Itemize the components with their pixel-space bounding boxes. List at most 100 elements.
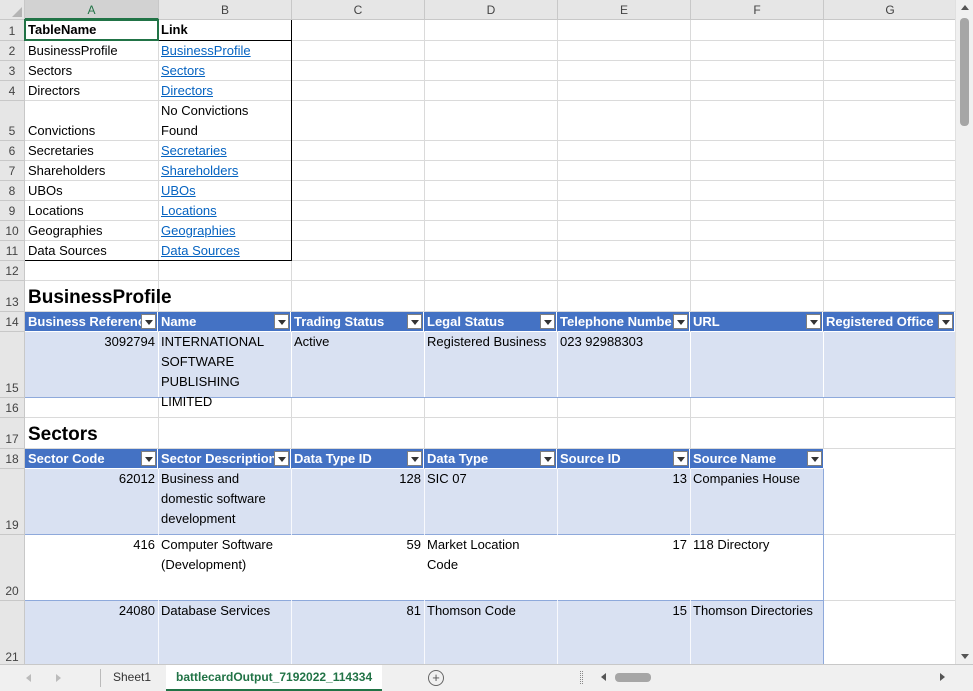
row-header[interactable]: 2 [0,41,25,61]
sec-header-data-type-id[interactable]: Data Type ID [291,449,424,468]
link-geographies[interactable]: Geographies [158,221,291,241]
link-data-sources[interactable]: Data Sources [158,241,291,261]
sec-cell-data-type-id[interactable]: 81 [291,601,424,621]
column-header-f[interactable]: F [691,0,824,20]
filter-dropdown-icon[interactable] [673,314,688,329]
row-header[interactable]: 21 [0,601,25,664]
sec-cell-source-name[interactable]: Companies House [690,469,823,489]
row-header[interactable]: 15 [0,332,25,398]
scroll-right-icon[interactable] [940,673,945,681]
sec-header-sector-description[interactable]: Sector Description [158,449,291,468]
index-name-cell[interactable]: BusinessProfile [25,41,158,61]
sec-cell-data-type[interactable]: Market Location Code [424,535,557,575]
row-header[interactable]: 16 [0,398,25,418]
index-name-cell[interactable]: Secretaries [25,141,158,161]
index-name-cell[interactable]: Directors [25,81,158,101]
horizontal-scrollbar[interactable] [597,670,952,684]
link-businessprofile[interactable]: BusinessProfile [158,41,291,61]
index-name-cell[interactable]: Sectors [25,61,158,81]
column-header-e[interactable]: E [558,0,691,20]
row-header[interactable]: 18 [0,449,25,469]
tab-battlecard-output[interactable]: battlecardOutput_7192022_114334 [166,665,383,691]
sec-cell-data-type-id[interactable]: 59 [291,535,424,555]
column-header-b[interactable]: B [159,0,292,20]
row-header[interactable]: 19 [0,469,25,535]
sec-cell-source-id[interactable]: 17 [557,535,690,555]
bp-cell-business-reference[interactable]: 3092794 [25,332,158,352]
link-ubos[interactable]: UBOs [158,181,291,201]
convictions-status[interactable]: No Convictions Found [158,101,291,141]
bp-header-trading-status[interactable]: Trading Status [291,312,424,331]
bp-header-business-reference[interactable]: Business Referenc [25,312,158,331]
prev-sheet-icon[interactable] [26,674,31,682]
scroll-left-icon[interactable] [601,673,606,681]
link-locations[interactable]: Locations [158,201,291,221]
sec-cell-source-name[interactable]: 118 Directory [690,535,823,555]
filter-dropdown-icon[interactable] [807,451,822,466]
column-header-g[interactable]: G [824,0,955,20]
bp-header-telephone[interactable]: Telephone Numbe [557,312,690,331]
filter-dropdown-icon[interactable] [141,451,156,466]
index-name-cell[interactable]: Locations [25,201,158,221]
spreadsheet-grid[interactable]: A B C D E F G 1 2 3 4 5 6 7 8 9 10 11 12… [0,0,955,664]
row-header[interactable]: 17 [0,418,25,449]
link-shareholders[interactable]: Shareholders [158,161,291,181]
sec-cell-sector-description[interactable]: Computer Software (Development) [158,535,291,575]
index-name-cell[interactable]: Shareholders [25,161,158,181]
bp-header-registered-office[interactable]: Registered Office [823,312,955,331]
horizontal-scroll-thumb[interactable] [615,673,651,682]
filter-dropdown-icon[interactable] [407,451,422,466]
bp-cell-legal-status[interactable]: Registered Business [424,332,557,352]
row-header[interactable]: 9 [0,201,25,221]
index-name-cell[interactable]: Data Sources [25,241,158,261]
filter-dropdown-icon[interactable] [274,314,289,329]
row-header[interactable]: 12 [0,261,25,281]
filter-dropdown-icon[interactable] [540,451,555,466]
column-header-a[interactable]: A [25,0,159,20]
sec-cell-sector-description[interactable]: Database Services [158,601,291,621]
row-header[interactable]: 20 [0,535,25,601]
row-header[interactable]: 4 [0,81,25,101]
businessprofile-title[interactable]: BusinessProfile [25,286,291,310]
filter-dropdown-icon[interactable] [540,314,555,329]
filter-dropdown-icon[interactable] [673,451,688,466]
sec-cell-data-type-id[interactable]: 128 [291,469,424,489]
row-header[interactable]: 14 [0,312,25,332]
tab-sheet1[interactable]: Sheet1 [103,665,161,691]
tab-splitter-handle[interactable] [580,671,583,684]
sec-cell-source-id[interactable]: 13 [557,469,690,489]
next-sheet-icon[interactable] [56,674,61,682]
link-sectors[interactable]: Sectors [158,61,291,81]
row-header[interactable]: 7 [0,161,25,181]
sectors-title[interactable]: Sectors [25,423,291,447]
link-secretaries[interactable]: Secretaries [158,141,291,161]
sec-cell-sector-description[interactable]: Business and domestic software developme… [158,469,291,529]
scroll-down-icon[interactable] [961,654,969,659]
row-header[interactable]: 6 [0,141,25,161]
index-name-cell[interactable]: Geographies [25,221,158,241]
row-header[interactable]: 3 [0,61,25,81]
row-header[interactable]: 5 [0,101,25,141]
sec-cell-sector-code[interactable]: 24080 [25,601,158,621]
sec-header-data-type[interactable]: Data Type [424,449,557,468]
sec-cell-source-name[interactable]: Thomson Directories [690,601,823,621]
column-header-d[interactable]: D [425,0,558,20]
row-header[interactable]: 8 [0,181,25,201]
link-directors[interactable]: Directors [158,81,291,101]
vertical-scrollbar[interactable] [955,0,973,664]
index-name-cell[interactable]: UBOs [25,181,158,201]
row-header[interactable]: 11 [0,241,25,261]
row-header[interactable]: 13 [0,281,25,312]
sec-cell-sector-code[interactable]: 416 [25,535,158,555]
row-header[interactable]: 1 [0,20,25,41]
sec-cell-sector-code[interactable]: 62012 [25,469,158,489]
scroll-up-icon[interactable] [961,5,969,10]
filter-dropdown-icon[interactable] [806,314,821,329]
vertical-scroll-thumb[interactable] [960,18,969,126]
bp-header-legal-status[interactable]: Legal Status [424,312,557,331]
sec-cell-data-type[interactable]: SIC 07 [424,469,557,489]
bp-cell-name[interactable]: INTERNATIONAL SOFTWARE PUBLISHING LIMITE… [158,332,291,412]
index-name-cell[interactable]: Convictions [25,121,158,141]
filter-dropdown-icon[interactable] [141,314,156,329]
row-header[interactable]: 10 [0,221,25,241]
